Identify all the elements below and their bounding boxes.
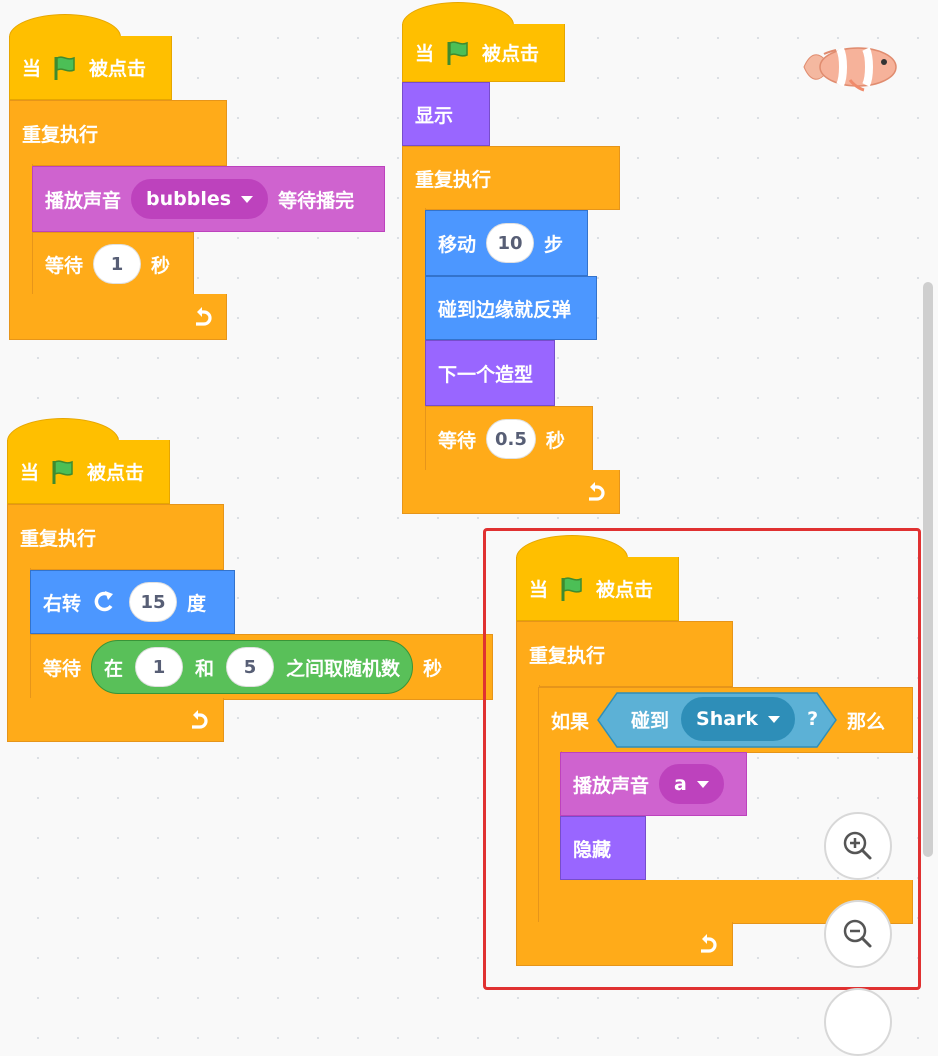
when-label: 当: [415, 43, 435, 65]
wait-block[interactable]: 等待 1 秒: [32, 232, 194, 296]
forever-arm: [9, 164, 33, 296]
when-flag-clicked-block[interactable]: 当 被点击: [7, 440, 170, 504]
play-sound-until-done-block[interactable]: 播放声音 bubbles 等待播完: [32, 166, 385, 232]
green-flag-icon: [52, 459, 73, 484]
next-costume-block[interactable]: 下一个造型: [425, 340, 555, 406]
clicked-label: 被点击: [89, 58, 147, 80]
when-flag-clicked-block[interactable]: 当 被点击: [402, 24, 565, 82]
forever-label: 重复执行: [20, 527, 97, 550]
zoom-out-icon: [843, 919, 872, 948]
when-flag-clicked-block[interactable]: 当 被点击: [9, 36, 172, 100]
wait-block[interactable]: 等待 在 1 和 5 之间取随机数 秒: [30, 634, 493, 700]
wait-label: 等待: [438, 429, 477, 452]
zoom-in-button[interactable]: [824, 812, 892, 880]
forever-foot: [9, 294, 227, 340]
random-number-reporter[interactable]: 在 1 和 5 之间取随机数: [91, 640, 414, 694]
turn-right-label: 右转: [43, 592, 82, 615]
steps-label: 步: [544, 233, 564, 256]
turn-right-block[interactable]: 右转 15 度: [30, 570, 235, 634]
forever-arm: [7, 568, 31, 700]
bounce-on-edge-block[interactable]: 碰到边缘就反弹: [425, 276, 597, 340]
green-flag-icon: [54, 55, 75, 80]
wait-label: 等待: [43, 657, 82, 680]
move-steps-input[interactable]: 10: [486, 223, 535, 263]
when-label: 当: [20, 462, 40, 484]
loop-arrow-icon: [589, 482, 605, 501]
wait-block[interactable]: 等待 0.5 秒: [425, 406, 593, 472]
seconds-label: 秒: [151, 254, 171, 277]
random-and-label: 和: [195, 657, 215, 680]
forever-foot: [7, 698, 224, 742]
forever-label: 重复执行: [22, 123, 99, 146]
sound-dropdown[interactable]: bubbles: [131, 179, 269, 219]
wait-label: 等待: [45, 254, 84, 277]
wait-seconds-input[interactable]: 0.5: [486, 419, 536, 459]
clownfish-sprite: [803, 47, 897, 92]
random-suffix-label: 之间取随机数: [286, 657, 401, 680]
forever-block[interactable]: 重复执行: [402, 146, 620, 210]
show-label: 显示: [415, 104, 454, 127]
play-sound-label: 播放声音: [45, 189, 122, 212]
show-block[interactable]: 显示: [402, 82, 490, 146]
zoom-out-button[interactable]: [824, 900, 892, 968]
next-costume-label: 下一个造型: [438, 363, 534, 386]
forever-label: 重复执行: [415, 168, 492, 191]
move-steps-block[interactable]: 移动 10 步: [425, 210, 588, 276]
clicked-label: 被点击: [482, 43, 540, 65]
green-flag-icon: [447, 40, 468, 65]
forever-foot: [402, 470, 620, 514]
forever-block[interactable]: 重复执行: [7, 504, 224, 570]
random-from-input[interactable]: 1: [135, 647, 184, 687]
degrees-label: 度: [187, 592, 207, 615]
zoom-reset-button[interactable]: [824, 988, 892, 1056]
turn-degrees-input[interactable]: 15: [129, 582, 178, 622]
bounce-label: 碰到边缘就反弹: [438, 298, 572, 321]
wait-seconds-input[interactable]: 1: [93, 244, 142, 284]
until-done-label: 等待播完: [278, 189, 355, 212]
random-from-label: 在: [104, 657, 124, 680]
loop-arrow-icon: [192, 710, 208, 729]
seconds-label: 秒: [423, 657, 443, 680]
move-label: 移动: [438, 233, 477, 256]
seconds-label: 秒: [545, 429, 565, 452]
loop-arrow-icon: [196, 307, 212, 326]
forever-block[interactable]: 重复执行: [9, 100, 227, 166]
forever-arm: [402, 208, 426, 472]
when-label: 当: [22, 58, 42, 80]
clicked-label: 被点击: [87, 462, 145, 484]
random-to-input[interactable]: 5: [226, 647, 275, 687]
chevron-down-icon: [241, 195, 254, 203]
turn-right-icon: [94, 591, 114, 612]
zoom-in-icon: [843, 831, 872, 860]
vertical-scrollbar[interactable]: [923, 282, 933, 857]
sound-dropdown-value: bubbles: [146, 188, 232, 210]
